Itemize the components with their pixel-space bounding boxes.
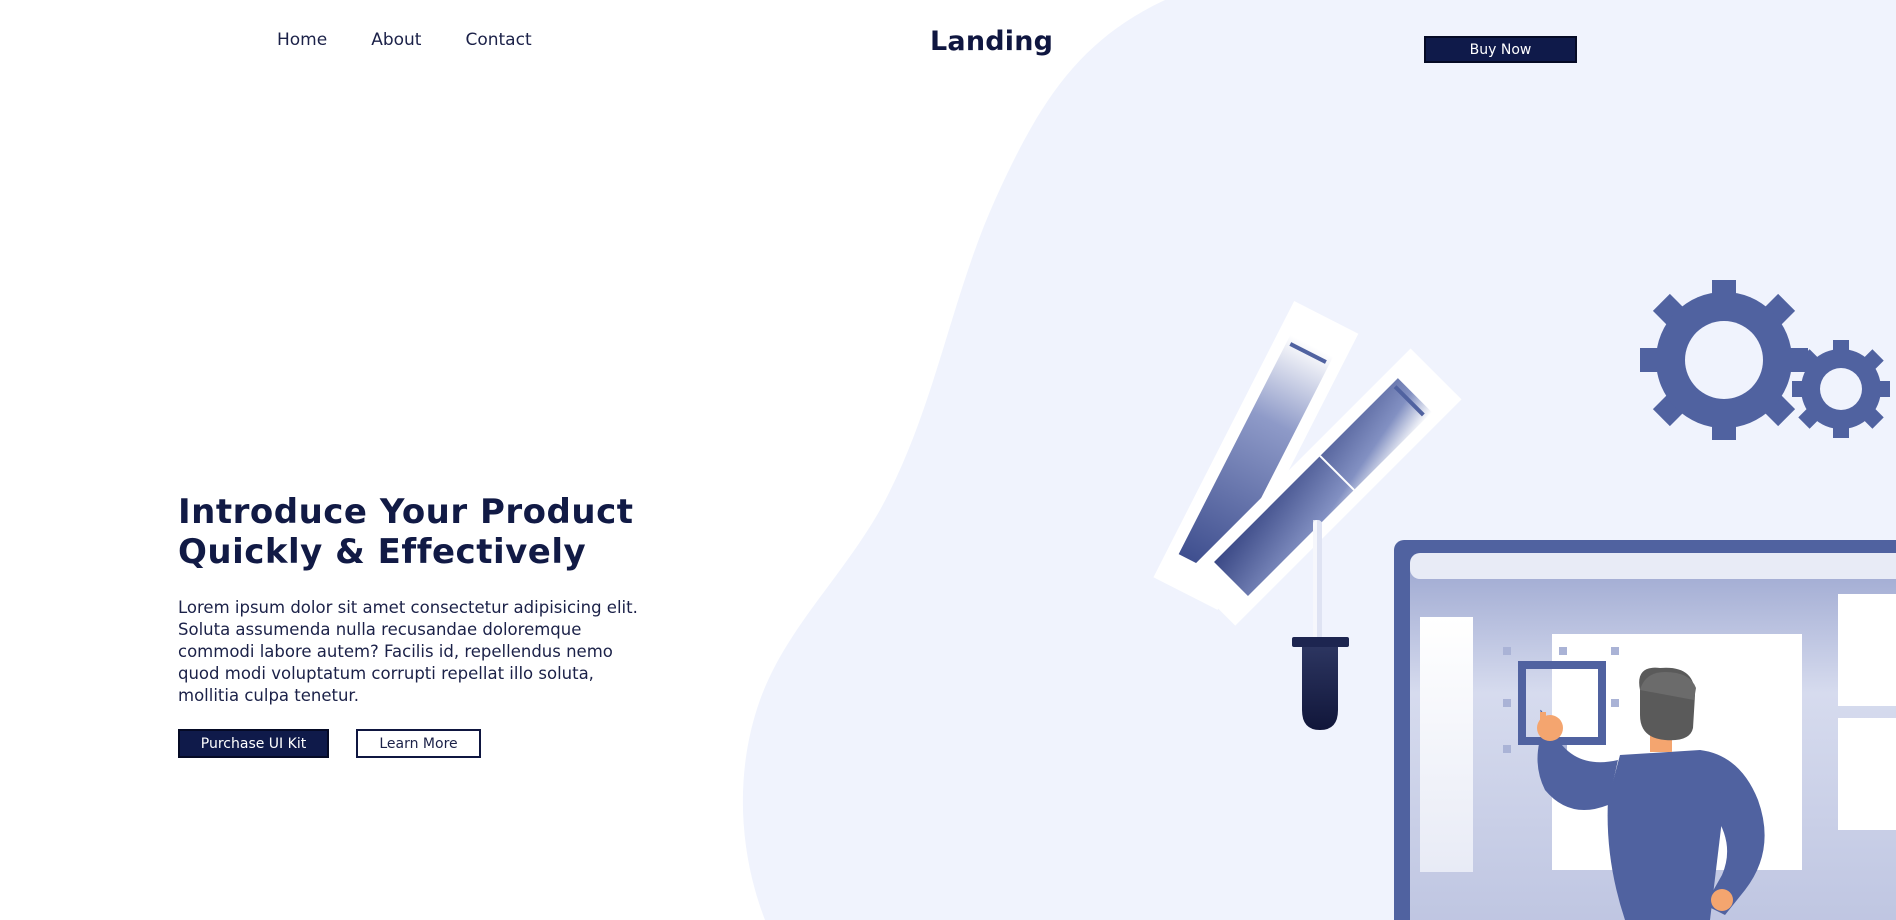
- hero-illustration: [1153, 280, 1896, 920]
- purchase-ui-kit-button[interactable]: Purchase UI Kit: [178, 729, 329, 758]
- hero-title: Introduce Your Product Quickly & Effecti…: [178, 492, 638, 572]
- nav-link-contact[interactable]: Contact: [465, 30, 531, 50]
- learn-more-button[interactable]: Learn More: [356, 729, 481, 758]
- nav-link-about[interactable]: About: [371, 30, 421, 50]
- brand-logo[interactable]: Landing: [930, 26, 1053, 57]
- hero-title-line-2: Quickly & Effectively: [178, 532, 587, 572]
- nav-link-home[interactable]: Home: [277, 30, 327, 50]
- gear-icon-large: [1640, 280, 1808, 440]
- buy-now-button[interactable]: Buy Now: [1424, 36, 1577, 63]
- hero-description: Lorem ipsum dolor sit amet consectetur a…: [178, 598, 638, 705]
- hero-title-line-1: Introduce Your Product: [178, 492, 634, 532]
- top-nav: Home About Contact: [277, 30, 532, 50]
- gear-icon-small: [1792, 340, 1890, 438]
